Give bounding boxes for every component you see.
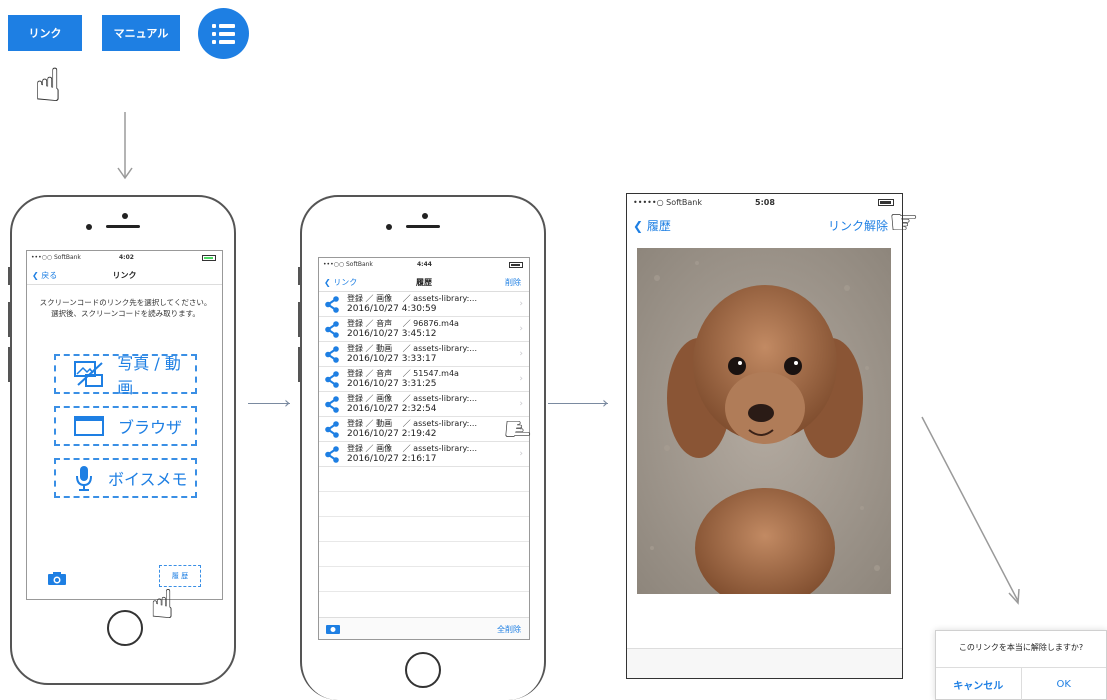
browser-icon xyxy=(74,416,104,436)
photo-video-button[interactable]: 写真 / 動画 xyxy=(54,354,197,397)
unlink-button[interactable]: リンク解除 xyxy=(828,217,888,234)
chevron-right-icon: › xyxy=(519,349,523,359)
pointer-hand-icon: ☝ xyxy=(34,58,63,112)
home-button xyxy=(107,610,143,646)
link-detail-screen: •••••○ SoftBank 5:08 ❮ 履歴 リンク解除 xyxy=(626,193,903,679)
history-row-info: 登録 ／ 画像 ／ assets-library:... xyxy=(347,444,478,453)
page-title: 履歴 xyxy=(416,278,432,287)
pointer-hand-icon: ☝ xyxy=(882,211,923,233)
manual-button-label: マニュアル xyxy=(113,27,169,40)
share-icon xyxy=(325,396,339,413)
flow-arrow xyxy=(548,403,608,404)
delete-button[interactable]: 削除 xyxy=(505,277,521,288)
share-icon xyxy=(325,371,339,388)
delete-all-button[interactable]: 全削除 xyxy=(497,624,521,635)
home-button xyxy=(405,652,441,688)
voice-memo-label: ボイスメモ xyxy=(108,470,188,489)
nav-bar: ❮ 戻る リンク xyxy=(27,265,222,285)
browser-button[interactable]: ブラウザ xyxy=(54,406,197,446)
photo-video-label: 写真 / 動画 xyxy=(117,354,181,397)
history-row-info: 登録 ／ 音声 ／ 96876.m4a xyxy=(347,319,459,328)
nav-bar: ❮ リンク 履歴 削除 xyxy=(319,272,529,292)
history-row[interactable]: 登録 ／ 画像 ／ assets-library:... 2016/10/27 2… xyxy=(319,392,529,417)
phone1-screen: •••○○ SoftBank 4:02 ❮ 戻る リンク スクリーンコードのリン… xyxy=(26,250,223,600)
share-icon xyxy=(325,346,339,363)
ok-button[interactable]: OK xyxy=(1020,668,1107,700)
diagonal-arrow-icon xyxy=(921,416,1020,605)
share-icon xyxy=(325,446,339,463)
camera-icon[interactable] xyxy=(325,623,341,635)
pointer-hand-icon: ☝ xyxy=(496,418,537,440)
history-row-info: 登録 ／ 画像 ／ assets-library:... xyxy=(347,394,478,403)
history-row-info: 登録 ／ 画像 ／ assets-library:... xyxy=(347,294,478,303)
microphone-icon xyxy=(76,466,92,491)
share-icon xyxy=(325,421,339,438)
chevron-right-icon: › xyxy=(519,299,523,309)
history-row-date: 2016/10/27 2:19:42 xyxy=(347,429,437,439)
history-row-info: 登録 ／ 音声 ／ 51547.m4a xyxy=(347,369,459,378)
status-bar: •••○○ SoftBank 4:44 xyxy=(319,258,529,272)
history-row[interactable]: 登録 ／ 動画 ／ assets-library:... 2016/10/27 3… xyxy=(319,342,529,367)
pointer-hand-icon: ☝ xyxy=(150,582,175,628)
page-title: リンク xyxy=(112,271,137,280)
share-icon xyxy=(325,321,339,338)
manual-button[interactable]: マニュアル xyxy=(102,15,180,51)
chevron-right-icon: › xyxy=(519,374,523,384)
history-row-date: 2016/10/27 4:30:59 xyxy=(347,304,437,314)
chevron-right-icon: › xyxy=(519,324,523,334)
cancel-button[interactable]: キャンセル xyxy=(936,668,1021,700)
instructions-text: スクリーンコードのリンク先を選択してください。選択後、スクリーンコードを読み取り… xyxy=(39,298,212,318)
history-row[interactable]: 登録 ／ 音声 ／ 96876.m4a 2016/10/27 3:45:12 › xyxy=(319,317,529,342)
dialog-message: このリンクを本当に解除しますか? xyxy=(958,643,1084,652)
down-arrow-icon xyxy=(117,112,133,180)
history-row-date: 2016/10/27 2:16:17 xyxy=(347,454,437,464)
list-icon[interactable] xyxy=(198,8,249,59)
history-row[interactable]: 登録 ／ 画像 ／ assets-library:... 2016/10/27 4… xyxy=(319,292,529,317)
browser-label: ブラウザ xyxy=(118,418,183,437)
history-row-date: 2016/10/27 3:45:12 xyxy=(347,329,437,339)
chevron-right-icon: › xyxy=(519,399,523,409)
phone-link-screen: •••○○ SoftBank 4:02 ❮ 戻る リンク スクリーンコードのリン… xyxy=(8,195,236,685)
share-icon xyxy=(325,296,339,313)
phone-history-screen: •••○○ SoftBank 4:44 ❮ リンク 履歴 削除 登録 ／ 画像 … xyxy=(298,195,546,700)
arrow-head-icon: › xyxy=(602,393,609,412)
history-row[interactable]: 登録 ／ 音声 ／ 51547.m4a 2016/10/27 3:31:25 › xyxy=(319,367,529,392)
history-row-info: 登録 ／ 動画 ／ assets-library:... xyxy=(347,344,478,353)
status-bar: •••○○ SoftBank 4:02 xyxy=(27,251,222,265)
link-button[interactable]: リンク xyxy=(8,15,82,51)
history-row-date: 2016/10/27 3:33:17 xyxy=(347,354,437,364)
link-button-label: リンク xyxy=(28,27,62,40)
phone2-screen: •••○○ SoftBank 4:44 ❮ リンク 履歴 削除 登録 ／ 画像 … xyxy=(318,257,530,640)
history-row-info: 登録 ／ 動画 ／ assets-library:... xyxy=(347,419,478,428)
photo-video-icon xyxy=(74,361,103,387)
camera-icon[interactable] xyxy=(47,571,67,586)
history-row[interactable]: 登録 ／ 画像 ／ assets-library:... 2016/10/27 2… xyxy=(319,442,529,467)
chevron-right-icon: › xyxy=(519,449,523,459)
confirm-dialog: このリンクを本当に解除しますか? キャンセル OK xyxy=(935,630,1107,700)
back-button[interactable]: ❮ 履歴 xyxy=(633,217,671,234)
history-button-label: 履 歴 xyxy=(171,572,189,580)
history-row-date: 2016/10/27 3:31:25 xyxy=(347,379,437,389)
history-row-date: 2016/10/27 2:32:54 xyxy=(347,404,437,414)
dog-photo xyxy=(637,248,891,594)
voice-memo-button[interactable]: ボイスメモ xyxy=(54,458,197,498)
nav-bar: ❮ 履歴 リンク解除 xyxy=(627,212,902,238)
status-bar: •••••○ SoftBank 5:08 xyxy=(627,194,902,210)
arrow-head-icon: › xyxy=(284,393,291,412)
